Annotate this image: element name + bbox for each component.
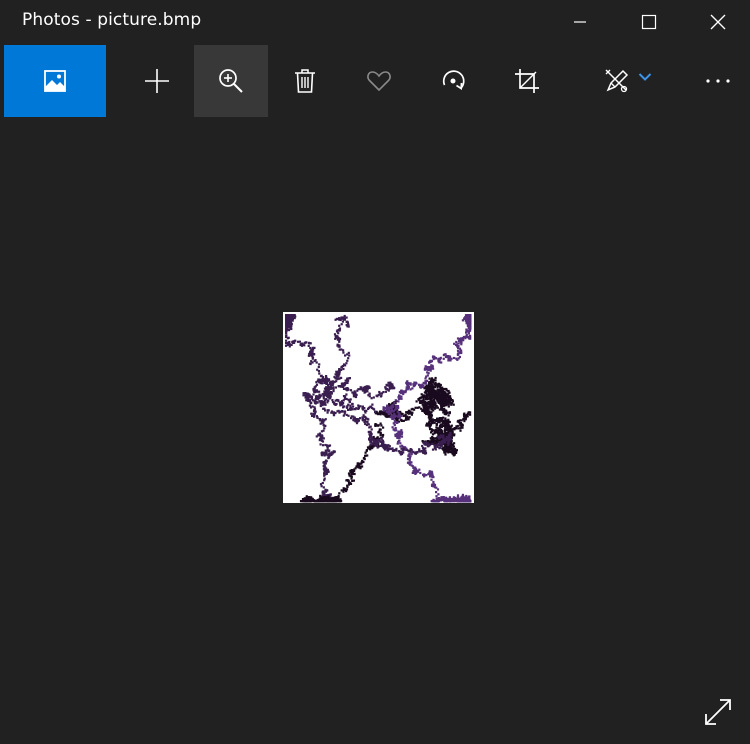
- more-button[interactable]: [690, 45, 746, 117]
- fractal-image: [285, 314, 472, 503]
- maximize-icon: [641, 14, 657, 30]
- minimize-icon: [574, 21, 586, 23]
- maximize-button[interactable]: [626, 0, 672, 44]
- delete-button[interactable]: [268, 45, 342, 117]
- add-button[interactable]: [120, 45, 194, 117]
- toolbar: [0, 44, 750, 118]
- title-bar: Photos - picture.bmp: [0, 0, 750, 44]
- edit-button[interactable]: [590, 45, 666, 117]
- more-icon: [706, 79, 730, 83]
- picture-icon: [44, 70, 66, 92]
- crop-button[interactable]: [490, 45, 564, 117]
- close-icon: [710, 14, 726, 30]
- rotate-button[interactable]: [416, 45, 490, 117]
- gallery-button[interactable]: [4, 45, 106, 117]
- plus-icon: [145, 69, 169, 93]
- favorite-button[interactable]: [342, 45, 416, 117]
- crop-icon: [515, 69, 539, 93]
- minimize-button[interactable]: [557, 0, 603, 44]
- chevron-down-icon: [638, 73, 652, 81]
- close-button[interactable]: [695, 0, 741, 44]
- edit-draw-icon: [605, 69, 629, 93]
- fullscreen-button[interactable]: [696, 690, 740, 734]
- zoom-button[interactable]: [194, 45, 268, 117]
- zoom-in-icon: [219, 69, 243, 93]
- trash-icon: [295, 69, 315, 93]
- rotate-icon: [442, 70, 465, 90]
- heart-icon: [367, 71, 391, 92]
- displayed-image: [283, 312, 474, 503]
- expand-icon: [705, 699, 731, 725]
- window-title: Photos - picture.bmp: [22, 10, 202, 30]
